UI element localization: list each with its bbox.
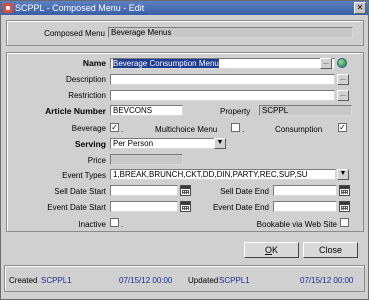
window-title: SCPPL - Composed Menu - Edit: [15, 3, 145, 13]
serving-dropdown-button[interactable]: ▼: [214, 138, 226, 149]
created-user: SCPPL1: [41, 276, 72, 285]
app-icon: [3, 3, 13, 13]
updated-date: 07/15/12 00:00: [300, 276, 354, 285]
event-date-start-calendar-icon[interactable]: [180, 201, 191, 212]
name-lookup-button[interactable]: ...: [320, 58, 332, 69]
bookable-checkbox[interactable]: [340, 218, 349, 227]
beverage-label: Beverage: [71, 124, 106, 133]
composed-menu-edit-window: SCPPL - Composed Menu - Edit ✕ Composed …: [0, 0, 369, 300]
restriction-field[interactable]: [110, 90, 335, 101]
ok-label-rest: K: [272, 245, 279, 255]
beverage-dot: .: [121, 125, 124, 134]
description-field[interactable]: [110, 74, 335, 85]
consumption-label: Consumption: [275, 125, 323, 134]
price-label: Price: [87, 156, 106, 165]
event-date-end-field[interactable]: [273, 201, 337, 212]
name-field[interactable]: Beverage Consumption Menu: [110, 58, 335, 69]
header-panel: Composed Menu Beverage Menus: [6, 20, 364, 46]
multichoice-label: Multichoice Menu: [155, 125, 218, 134]
sell-date-end-calendar-icon[interactable]: [339, 185, 350, 196]
article-number-label: Article Number: [45, 106, 106, 116]
event-date-end-label: Event Date End: [212, 203, 269, 212]
serving-label: Serving: [74, 139, 106, 149]
close-button[interactable]: Close: [303, 242, 358, 258]
restriction-label: Restriction: [68, 91, 106, 100]
multichoice-checkbox[interactable]: [231, 123, 240, 132]
bookable-label: Bookable via Web Site: [256, 220, 337, 229]
inactive-checkbox[interactable]: [110, 218, 119, 227]
globe-icon[interactable]: [337, 58, 347, 68]
serving-field[interactable]: Per Person: [110, 138, 215, 149]
event-date-start-label: Event Date Start: [47, 203, 106, 212]
inactive-dot: .: [121, 220, 124, 229]
sell-date-start-label: Sell Date Start: [54, 187, 106, 196]
property-field: SCPPL: [259, 105, 352, 116]
sell-date-start-field[interactable]: [110, 185, 178, 196]
description-lookup-button[interactable]: ...: [337, 74, 349, 85]
price-field: [110, 154, 183, 165]
created-label: Created: [9, 276, 38, 285]
created-date: 07/15/12 00:00: [119, 276, 173, 285]
ok-button[interactable]: OK: [244, 242, 299, 258]
event-date-end-calendar-icon[interactable]: [339, 201, 350, 212]
property-label: Property: [220, 107, 251, 116]
window-close-icon[interactable]: ✕: [354, 2, 366, 14]
sell-date-end-field[interactable]: [273, 185, 337, 196]
restriction-lookup-button[interactable]: ...: [337, 90, 349, 101]
event-date-start-field[interactable]: [110, 201, 178, 212]
sell-date-end-label: Sell Date End: [220, 187, 269, 196]
updated-user: SCPPL1: [219, 276, 250, 285]
sell-date-start-calendar-icon[interactable]: [180, 185, 191, 196]
form-panel: Name Beverage Consumption Menu ... Descr…: [6, 52, 364, 232]
composed-menu-field: Beverage Menus: [108, 27, 353, 38]
updated-label: Updated: [188, 276, 219, 285]
event-types-field[interactable]: 1,BREAK,BRUNCH,CKT,DD,DIN,PARTY,REC,SUP,…: [110, 169, 336, 180]
footer-panel: Created SCPPL1 07/15/12 00:00 Updated SC…: [4, 265, 365, 292]
name-value: Beverage Consumption Menu: [113, 59, 219, 68]
multichoice-dot: .: [242, 125, 245, 134]
ok-access-key: O: [264, 245, 272, 255]
description-label: Description: [65, 75, 106, 84]
name-label: Name: [82, 58, 106, 68]
composed-menu-label: Composed Menu: [44, 29, 105, 38]
beverage-checkbox[interactable]: ✓: [110, 123, 119, 132]
inactive-label: Inactive: [78, 220, 106, 229]
event-types-label: Event Types: [62, 171, 106, 180]
title-bar: SCPPL - Composed Menu - Edit ✕: [1, 1, 368, 15]
event-types-dropdown-button[interactable]: ▼: [337, 169, 349, 180]
article-number-field[interactable]: BEVCONS: [110, 105, 183, 116]
consumption-checkbox[interactable]: ✓: [338, 123, 347, 132]
